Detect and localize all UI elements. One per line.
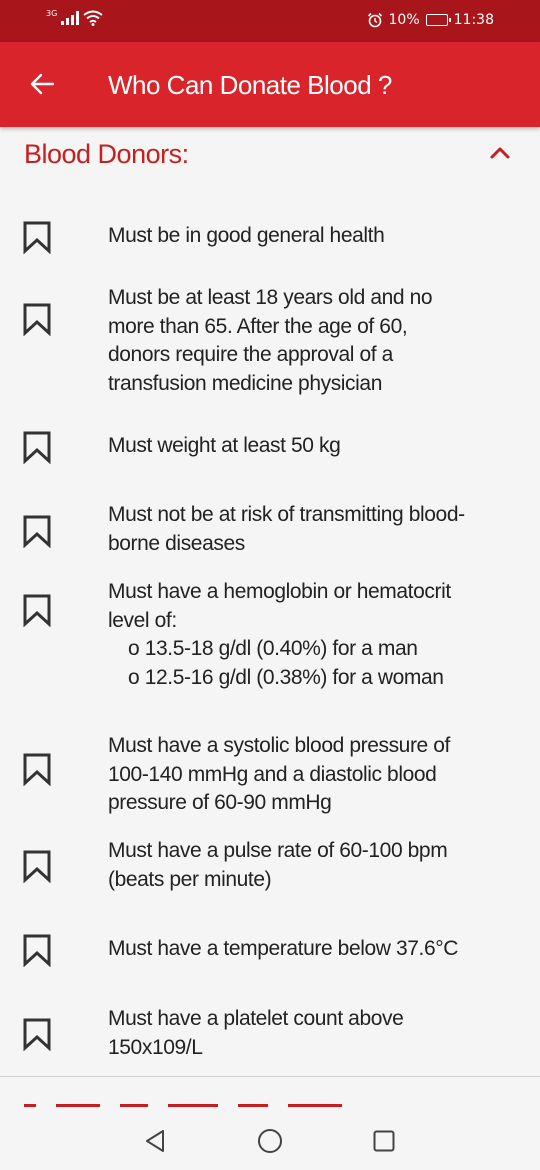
requirement-line: Must not be at risk of transmitting bloo… — [108, 503, 465, 526]
battery-percent: 10% — [388, 12, 420, 28]
bookmark-icon — [23, 850, 51, 883]
home-circle-icon — [258, 1129, 282, 1153]
requirement-line: Must be in good general health — [108, 224, 385, 247]
requirement-line: Must have a temperature below 37.6°C — [108, 937, 459, 960]
bookmark-icon — [23, 515, 51, 548]
nav-recents-button[interactable] — [369, 1126, 399, 1156]
requirement-line: borne diseases — [108, 531, 245, 555]
nav-home-button[interactable] — [255, 1126, 285, 1156]
wifi-icon — [83, 10, 103, 26]
bookmark-icon — [23, 431, 51, 464]
bookmark-icon — [23, 303, 51, 336]
requirement-text: Must be in good general health — [108, 222, 528, 251]
chevron-up-icon — [490, 147, 510, 159]
page-title: Who Can Donate Blood ? — [108, 70, 392, 100]
requirement-text: Must not be at risk of transmitting bloo… — [108, 501, 528, 558]
requirement-line: donors require the approval of a — [108, 343, 393, 366]
navigation-bar — [0, 1110, 540, 1170]
back-triangle-icon — [146, 1130, 164, 1152]
requirement-text: Must have a temperature below 37.6°C — [108, 935, 528, 964]
section-title: Blood Donors: — [24, 139, 189, 169]
back-button[interactable] — [24, 66, 60, 102]
requirement-line: Must be at least 18 years old and no — [108, 286, 433, 309]
status-left: 3G — [46, 8, 103, 26]
requirement-subline: o 12.5-16 g/dl (0.38%) for a woman — [128, 665, 444, 689]
status-right: 10% 11:38 — [367, 12, 494, 28]
network-type: 3G — [46, 8, 58, 18]
requirement-line: (beats per minute) — [108, 867, 272, 891]
requirement-text: Must have a systolic blood pressure of 10… — [108, 732, 528, 818]
signal-icon — [61, 11, 80, 25]
requirement-line: 100-140 mmHg and a diastolic blood — [108, 762, 437, 786]
requirement-line: Must weight at least 50 kg — [108, 434, 341, 457]
requirement-text: Must be at least 18 years old and no more… — [108, 284, 528, 398]
status-bar: 3G 10% 11:38 — [0, 0, 540, 42]
bookmark-icon — [23, 221, 51, 254]
requirement-line: transfusion medicine physician — [108, 371, 382, 395]
requirement-text: Must have a platelet count above 150x109/… — [108, 1005, 528, 1062]
app-bar: Who Can Donate Blood ? — [0, 42, 540, 127]
requirement-line: pressure of 60-90 mmHg — [108, 791, 332, 814]
divider — [0, 1076, 540, 1077]
section-header[interactable]: Blood Donors: — [0, 127, 540, 187]
requirement-text: Must have a pulse rate of 60-100 bpm (bea… — [108, 837, 528, 894]
requirement-line: more than 65. After the age of 60, — [108, 314, 408, 338]
bookmark-icon — [23, 594, 51, 627]
bookmark-icon — [23, 753, 51, 786]
requirement-line: Must have a platelet count above — [108, 1007, 404, 1030]
requirement-line: Must have a hemoglobin or hematocrit — [108, 580, 451, 603]
requirement-text: Must weight at least 50 kg — [108, 432, 528, 461]
requirement-line: 150x109/L — [108, 1035, 203, 1059]
requirement-line: Must have a pulse rate of 60-100 bpm — [108, 839, 448, 862]
recents-square-icon — [373, 1130, 395, 1152]
requirement-text: Must have a hemoglobin or hematocrit leve… — [108, 578, 528, 692]
battery-icon — [425, 14, 451, 26]
nav-back-button[interactable] — [140, 1126, 170, 1156]
collapse-button[interactable] — [486, 141, 514, 165]
arrow-left-icon — [30, 73, 54, 95]
bookmark-icon — [23, 934, 51, 967]
requirement-subline: o 13.5-18 g/dl (0.40%) for a man — [128, 637, 418, 660]
bookmark-icon — [23, 1018, 51, 1051]
requirement-line: Must have a systolic blood pressure of — [108, 734, 450, 757]
requirement-line: level of: — [108, 608, 177, 632]
alarm-icon — [367, 12, 382, 28]
clock: 11:38 — [453, 12, 494, 28]
